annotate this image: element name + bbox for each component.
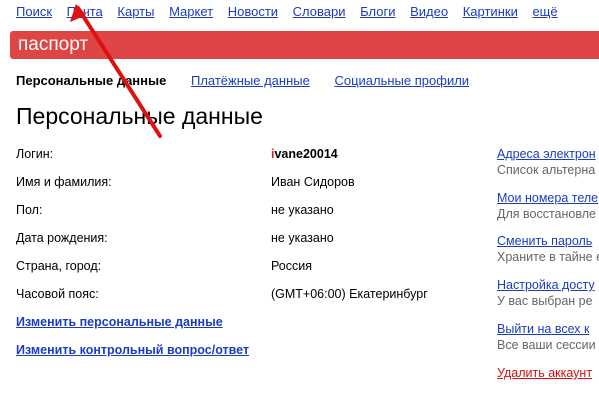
- nav-link-blogs[interactable]: Блоги: [360, 4, 395, 19]
- login-label: Логин:: [16, 147, 54, 161]
- nav-link-mail[interactable]: Почта: [67, 4, 103, 19]
- sidebar-email-block: Адреса электрон Список альтерна: [497, 147, 599, 177]
- access-settings-desc: У вас выбран ре: [497, 294, 593, 308]
- page-title: Персональные данные: [16, 103, 263, 129]
- login-rest: vane20014: [274, 147, 338, 161]
- email-addresses-link[interactable]: Адреса электрон: [497, 147, 599, 161]
- logout-everywhere-desc: Все ваши сессии: [497, 338, 596, 352]
- sidebar-phones-block: Мои номера теле Для восстановле: [497, 191, 599, 221]
- timezone-label: Часовой пояс:: [16, 287, 99, 301]
- nav-link-maps[interactable]: Карты: [117, 4, 154, 19]
- tab-personal-data: Персональные данные: [16, 73, 167, 88]
- sidebar-delete-block: Удалить аккаунт: [497, 366, 599, 380]
- timezone-value: (GMT+06:00) Екатеринбург: [271, 287, 428, 301]
- tab-payment-data[interactable]: Платёжные данные: [191, 73, 310, 88]
- login-value: ivane20014: [271, 147, 338, 161]
- nav-link-market[interactable]: Маркет: [169, 4, 213, 19]
- header-bar: паспорт: [10, 31, 599, 59]
- change-password-desc: Храните в тайне е: [497, 250, 599, 264]
- name-label: Имя и фамилия:: [16, 175, 112, 189]
- phone-numbers-link[interactable]: Мои номера теле: [497, 191, 599, 205]
- birthdate-value: не указано: [271, 231, 334, 245]
- change-password-link[interactable]: Сменить пароль: [497, 234, 599, 248]
- sidebar-password-block: Сменить пароль Храните в тайне е: [497, 234, 599, 264]
- nav-link-dictionaries[interactable]: Словари: [293, 4, 346, 19]
- phone-numbers-desc: Для восстановле: [497, 207, 596, 221]
- delete-account-link[interactable]: Удалить аккаунт: [497, 366, 599, 380]
- edit-security-question-link[interactable]: Изменить контрольный вопрос/ответ: [16, 343, 249, 357]
- email-addresses-desc: Список альтерна: [497, 163, 596, 177]
- tab-social-profiles[interactable]: Социальные профили: [334, 73, 469, 88]
- name-value: Иван Сидоров: [271, 175, 355, 189]
- nav-link-more[interactable]: ещё: [532, 4, 557, 19]
- edit-personal-data-link[interactable]: Изменить персональные данные: [16, 315, 223, 329]
- nav-link-video[interactable]: Видео: [410, 4, 448, 19]
- sidebar-logout-block: Выйти на всех к Все ваши сессии: [497, 322, 599, 352]
- birthdate-label: Дата рождения:: [16, 231, 108, 245]
- gender-value: не указано: [271, 203, 334, 217]
- sidebar-access-block: Настройка досту У вас выбран ре: [497, 278, 599, 308]
- access-settings-link[interactable]: Настройка досту: [497, 278, 599, 292]
- logout-everywhere-link[interactable]: Выйти на всех к: [497, 322, 599, 336]
- country-city-label: Страна, город:: [16, 259, 102, 273]
- top-navigation: Поиск Почта Карты Маркет Новости Словари…: [16, 4, 569, 20]
- nav-link-search[interactable]: Поиск: [16, 4, 52, 19]
- nav-link-images[interactable]: Картинки: [463, 4, 518, 19]
- nav-link-news[interactable]: Новости: [228, 4, 278, 19]
- gender-label: Пол:: [16, 203, 43, 217]
- section-tabs: Персональные данные Платёжные данные Соц…: [16, 73, 490, 88]
- service-title: паспорт: [18, 34, 89, 55]
- country-city-value: Россия: [271, 259, 312, 273]
